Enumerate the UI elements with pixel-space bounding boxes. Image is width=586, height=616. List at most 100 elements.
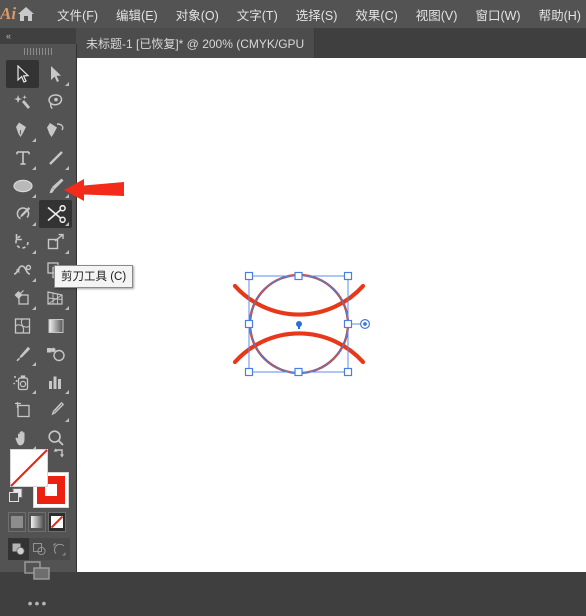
rotate-widget-inner	[363, 322, 367, 326]
illustrator-window: Ai 文件(F) 编辑(E) 对象(O) 文字(T) 选择(S) 效果(C) 视…	[0, 0, 586, 611]
handle-top-right	[343, 271, 353, 281]
tool-more-indicator	[32, 250, 36, 254]
handle-top-left	[244, 271, 254, 281]
menu-bar: Ai 文件(F) 编辑(E) 对象(O) 文字(T) 选择(S) 效果(C) 视…	[0, 0, 586, 28]
tool-more-indicator	[65, 82, 69, 86]
solid-color-icon	[11, 516, 23, 528]
fill-swatch[interactable]	[10, 449, 48, 487]
screen-mode-icon	[24, 561, 50, 580]
shape-builder-tool[interactable]	[6, 284, 39, 312]
tool-list	[6, 60, 72, 452]
rotate-icon	[14, 234, 29, 249]
gradient-mode-button[interactable]	[28, 512, 46, 532]
blend-tool[interactable]	[39, 340, 72, 368]
tool-more-indicator	[65, 418, 69, 422]
ellipse-icon	[12, 179, 33, 193]
pen-icon	[15, 122, 26, 137]
edit-toolbar-button[interactable]: •••	[0, 590, 76, 616]
line-segment-tool[interactable]	[39, 144, 72, 172]
bar-chart-icon	[48, 376, 61, 389]
tool-more-indicator	[32, 166, 36, 170]
menu-select[interactable]: 选择(S)	[287, 0, 347, 28]
handle-bottom-right	[343, 367, 353, 377]
pen-tool[interactable]	[6, 116, 39, 144]
ellipse-tool[interactable]	[6, 172, 39, 200]
grip-dots-icon	[24, 47, 52, 55]
lasso-tool[interactable]	[39, 88, 72, 116]
gradient-icon	[48, 319, 63, 333]
tool-more-indicator	[65, 250, 69, 254]
blend-icon	[46, 347, 65, 362]
color-mode-button[interactable]	[8, 512, 26, 532]
selection-tool[interactable]	[6, 60, 39, 88]
shaper-tool[interactable]	[6, 200, 39, 228]
gradient-tool[interactable]	[39, 312, 72, 340]
symbol-sprayer-tool[interactable]	[6, 368, 39, 396]
handle-bottom-left	[244, 367, 254, 377]
tool-more-indicator	[32, 222, 36, 226]
column-graph-tool[interactable]	[39, 368, 72, 396]
slice-knife-icon	[51, 401, 64, 416]
shape-builder-icon	[14, 290, 29, 305]
type-tool[interactable]	[6, 144, 39, 172]
tool-more-indicator	[32, 390, 36, 394]
document-tab-bar: « 未标题-1 [已恢复]* @ 200% (CMYK/GPU	[0, 28, 586, 58]
artboard-tool[interactable]	[6, 396, 39, 424]
menu-file[interactable]: 文件(F)	[48, 0, 107, 28]
scale-icon	[47, 233, 64, 250]
arrow-white-icon	[50, 66, 61, 82]
tool-more-indicator	[32, 306, 36, 310]
menu-effect[interactable]: 效果(C)	[346, 0, 406, 28]
tool-more-indicator	[65, 306, 69, 310]
gradient-swatch-icon	[31, 516, 43, 528]
width-warp-icon	[13, 264, 31, 275]
scale-tool[interactable]	[39, 228, 72, 256]
document-tab[interactable]: 未标题-1 [已恢复]* @ 200% (CMYK/GPU	[76, 28, 316, 58]
default-fill-stroke-icon[interactable]	[9, 488, 24, 508]
artwork-svg	[232, 271, 371, 377]
menu-type[interactable]: 文字(T)	[228, 0, 287, 28]
tool-more-indicator	[32, 194, 36, 198]
curvature-tool[interactable]	[39, 116, 72, 144]
magic-wand-tool[interactable]	[6, 88, 39, 116]
menu-help[interactable]: 帮助(H)	[530, 0, 586, 28]
red-pointer-arrow	[62, 170, 126, 215]
magic-wand-icon	[13, 95, 30, 109]
toolbar-drag-handle[interactable]	[0, 44, 76, 58]
width-tool[interactable]	[6, 256, 39, 284]
menu-object[interactable]: 对象(O)	[167, 0, 228, 28]
shaper-pencil-icon	[16, 207, 30, 220]
eyedropper-tool[interactable]	[6, 340, 39, 368]
rotate-tool[interactable]	[6, 228, 39, 256]
mesh-icon	[14, 318, 30, 334]
menu-window[interactable]: 窗口(W)	[466, 0, 529, 28]
tool-more-indicator	[32, 138, 36, 142]
fill-mode-row	[8, 510, 68, 534]
slice-tool[interactable]	[39, 396, 72, 424]
tools-panel: ••• 剪刀工具 (C)	[0, 44, 134, 611]
outer-red-arc-top	[232, 331, 366, 365]
center-anchor-tick	[298, 326, 300, 329]
swap-fill-stroke-icon[interactable]	[52, 446, 66, 465]
tool-more-indicator	[32, 278, 36, 282]
none-slash-icon	[10, 449, 48, 487]
artboard-canvas[interactable]	[77, 58, 586, 572]
menu-view[interactable]: 视图(V)	[407, 0, 467, 28]
home-icon[interactable]	[16, 0, 36, 28]
menu-edit[interactable]: 编辑(E)	[107, 0, 167, 28]
handle-middle-left	[244, 319, 254, 329]
perspective-grid-tool[interactable]	[39, 284, 72, 312]
tool-more-indicator	[65, 222, 69, 226]
type-t-icon	[15, 151, 30, 165]
document-tab-label: 未标题-1 [已恢复]* @ 200% (CMYK/GPU	[86, 36, 305, 51]
panel-collapse-button[interactable]: «	[0, 28, 76, 44]
arrow-solid-icon	[16, 65, 29, 83]
direct-selection-tool[interactable]	[39, 60, 72, 88]
curvature-icon	[46, 123, 63, 137]
handle-middle-right	[343, 319, 353, 329]
tool-more-indicator	[32, 362, 36, 366]
change-screen-mode-button[interactable]	[0, 554, 76, 588]
none-mode-button[interactable]	[48, 512, 66, 532]
mesh-tool[interactable]	[6, 312, 39, 340]
none-swatch-icon	[51, 516, 63, 528]
